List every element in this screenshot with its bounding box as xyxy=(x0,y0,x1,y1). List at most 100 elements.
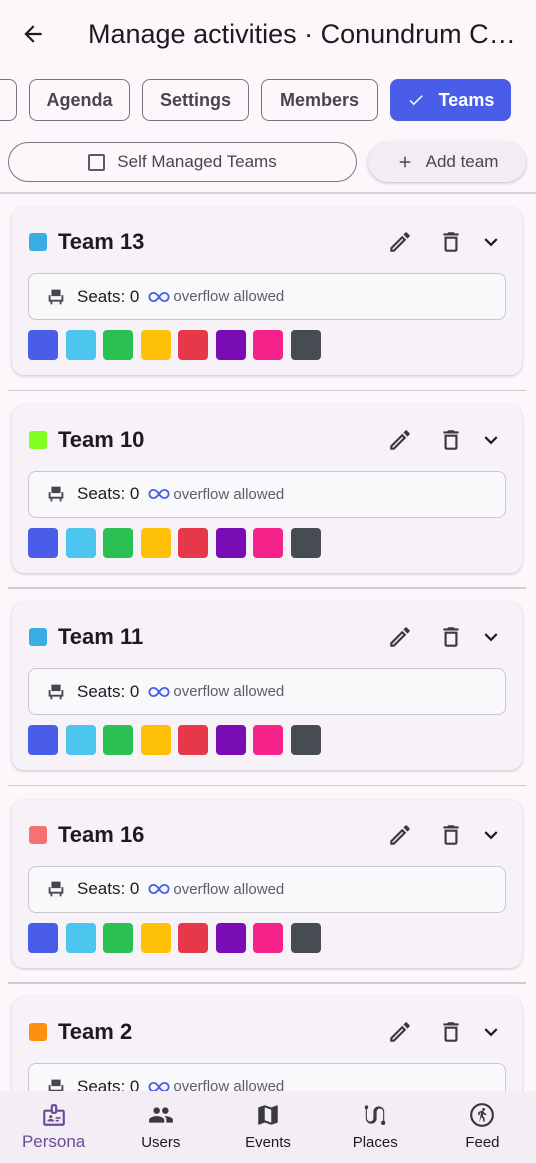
nav-label: Feed xyxy=(465,1134,500,1151)
team-card[interactable]: Team 16 Seats: 0 overflow allowed xyxy=(12,799,522,968)
color-option[interactable] xyxy=(253,725,283,755)
color-option[interactable] xyxy=(290,725,321,755)
nav-item-persona[interactable]: Persona xyxy=(0,1091,107,1163)
pencil-icon xyxy=(390,232,410,252)
seats-field[interactable]: Seats: 0 overflow allowed xyxy=(28,470,506,518)
expand-team-button[interactable] xyxy=(474,225,508,259)
overflow-label: overflow allowed xyxy=(173,288,285,305)
team-actions: Self Managed Teams Add team xyxy=(8,142,528,182)
color-option[interactable] xyxy=(65,725,96,755)
self-managed-teams-label: Self Managed Teams xyxy=(117,152,277,171)
chevron-down-icon xyxy=(484,238,498,247)
color-option[interactable] xyxy=(140,725,171,755)
overflow-label: overflow allowed xyxy=(173,880,285,898)
nav-item-users[interactable]: Users xyxy=(107,1091,214,1163)
team-card[interactable]: Team 11 Seats: 0 overflow allowed xyxy=(12,602,522,770)
seats-label: Seats: 0 xyxy=(77,286,140,306)
pencil-icon xyxy=(390,824,410,845)
chevron-down-icon xyxy=(484,1028,498,1037)
delete-team-button[interactable] xyxy=(434,818,468,852)
color-option[interactable] xyxy=(65,330,96,360)
color-option[interactable] xyxy=(178,330,208,360)
seats-field[interactable]: Seats: 0 overflow allowed xyxy=(28,668,506,715)
color-option[interactable] xyxy=(65,922,96,953)
seats-field[interactable]: Seats: 0 overflow allowed xyxy=(28,273,506,320)
team-color-swatch xyxy=(29,628,47,646)
team-color-swatch xyxy=(29,233,47,251)
color-option[interactable] xyxy=(290,330,321,360)
tab-settings[interactable]: Settings xyxy=(142,79,249,121)
running-icon xyxy=(466,1101,498,1129)
color-option[interactable] xyxy=(140,527,171,558)
delete-team-button[interactable] xyxy=(434,225,468,259)
color-palette xyxy=(28,922,321,953)
color-option[interactable] xyxy=(290,922,321,953)
nav-item-places[interactable]: Places xyxy=(322,1091,429,1163)
color-option[interactable] xyxy=(28,725,58,755)
color-option[interactable] xyxy=(65,527,96,558)
back-button[interactable] xyxy=(9,10,57,58)
color-option[interactable] xyxy=(28,922,58,953)
color-option[interactable] xyxy=(178,725,208,755)
color-option[interactable] xyxy=(28,527,58,558)
page-title: Manage activities · Conundrum Challenge xyxy=(88,18,516,49)
nav-item-events[interactable]: Events xyxy=(214,1091,321,1163)
delete-team-button[interactable] xyxy=(434,423,468,457)
users-icon xyxy=(145,1101,177,1129)
color-option[interactable] xyxy=(253,922,283,953)
expand-team-button[interactable] xyxy=(474,620,508,654)
add-team-button[interactable]: Add team xyxy=(368,142,526,182)
edit-team-button[interactable] xyxy=(383,620,417,654)
expand-team-button[interactable] xyxy=(474,423,508,457)
color-palette xyxy=(28,330,321,360)
color-option[interactable] xyxy=(103,527,133,558)
color-option[interactable] xyxy=(215,725,246,755)
team-color-swatch xyxy=(29,825,47,844)
expand-team-button[interactable] xyxy=(474,818,508,852)
tab-agenda[interactable]: Agenda xyxy=(29,79,130,121)
color-option[interactable] xyxy=(290,527,321,558)
seats-label: Seats: 0 xyxy=(77,484,140,503)
color-option[interactable] xyxy=(103,330,133,360)
edit-team-button[interactable] xyxy=(383,1015,417,1049)
edit-team-button[interactable] xyxy=(383,225,417,259)
edit-team-button[interactable] xyxy=(383,818,417,852)
nav-label: Users xyxy=(141,1134,181,1151)
infinity-icon xyxy=(148,488,170,500)
pencil-icon xyxy=(390,627,410,647)
color-option[interactable] xyxy=(28,330,58,360)
delete-team-button[interactable] xyxy=(434,620,468,654)
delete-team-button[interactable] xyxy=(434,1015,468,1049)
self-managed-teams-toggle[interactable]: Self Managed Teams xyxy=(8,142,357,182)
color-option[interactable] xyxy=(178,527,208,558)
check-icon xyxy=(409,95,423,106)
color-option[interactable] xyxy=(253,330,283,360)
color-option[interactable] xyxy=(253,527,283,558)
color-option[interactable] xyxy=(215,330,246,360)
checkbox-icon[interactable] xyxy=(88,153,106,171)
chevron-down-icon xyxy=(484,830,498,839)
color-option[interactable] xyxy=(103,922,133,953)
color-option[interactable] xyxy=(103,725,133,755)
team-card[interactable]: Team 10 Seats: 0 overflow allowed xyxy=(12,404,522,573)
color-option[interactable] xyxy=(140,330,171,360)
color-option[interactable] xyxy=(140,922,171,953)
map-icon xyxy=(252,1101,284,1129)
tab-members[interactable]: Members xyxy=(261,79,378,121)
nav-item-feed[interactable]: Feed xyxy=(429,1091,536,1163)
tab-teams[interactable]: Teams xyxy=(390,79,511,121)
color-option[interactable] xyxy=(215,527,246,558)
tab-previous[interactable] xyxy=(0,79,17,121)
pencil-icon xyxy=(390,429,410,450)
segmented-tabs: Agenda Settings Members Teams xyxy=(0,79,536,121)
color-option[interactable] xyxy=(178,922,208,953)
team-card[interactable]: Team 13 Seats: 0 overflow allowed xyxy=(12,207,522,375)
seats-field[interactable]: Seats: 0 overflow allowed xyxy=(28,865,506,913)
team-name: Team 2 xyxy=(58,1019,133,1044)
edit-team-button[interactable] xyxy=(383,423,417,457)
team-color-swatch xyxy=(29,1023,47,1041)
app-bar: Manage activities · Conundrum Challenge xyxy=(0,0,536,68)
pencil-icon xyxy=(390,1022,410,1042)
color-option[interactable] xyxy=(215,922,246,953)
expand-team-button[interactable] xyxy=(474,1015,508,1049)
